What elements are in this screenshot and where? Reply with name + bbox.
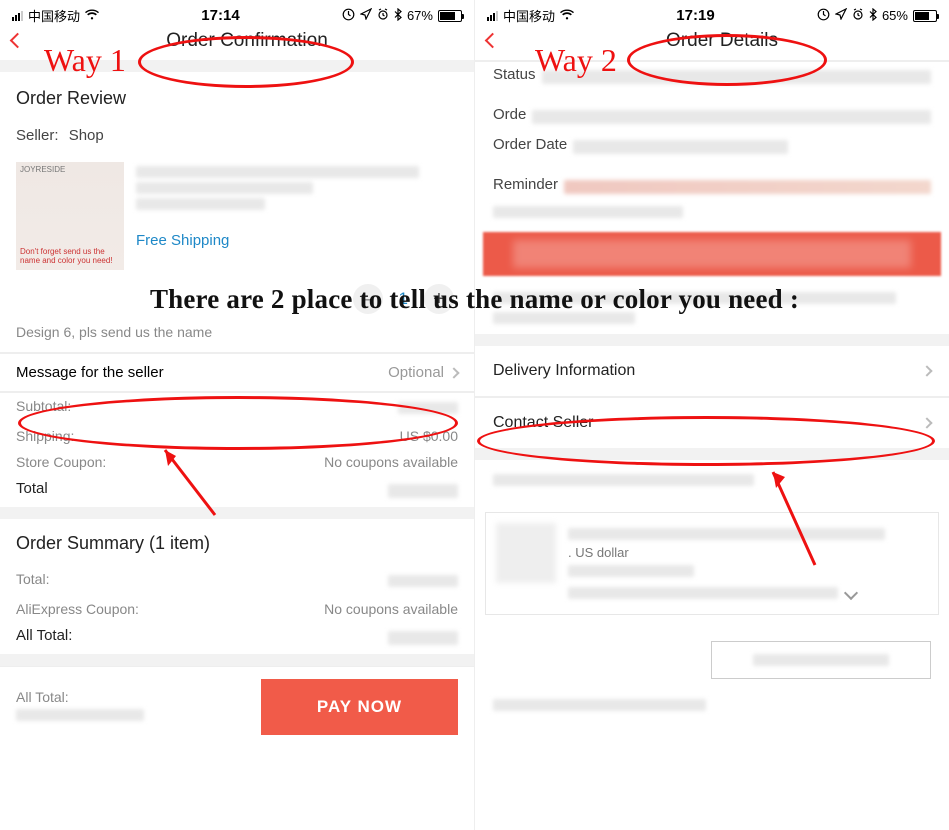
annotation-instruction-text: There are 2 place to tell us the name or… [0, 284, 949, 315]
carrier-label: 中国移动 [503, 6, 555, 25]
bluetooth-icon [869, 8, 877, 24]
phone-way1: 中国移动 17:14 67% [0, 0, 475, 830]
delivery-info-row[interactable]: Delivery Information [475, 346, 949, 396]
chevron-right-icon [448, 367, 459, 378]
reminder-label: Reminder [493, 176, 558, 198]
wifi-icon [85, 9, 99, 23]
order-date-label: Order Date [493, 136, 567, 158]
summary-total-label: Total: [16, 571, 49, 591]
no-coupons-link[interactable]: No coupons available [324, 454, 458, 470]
order-summary-heading: Order Summary (1 item) [0, 519, 474, 566]
wifi-icon [560, 9, 574, 23]
subtotal-label: Subtotal: [16, 398, 71, 418]
all-total-label: All Total: [16, 627, 72, 649]
secondary-button[interactable] [711, 641, 931, 679]
variant-text: Design 6, pls send us the name [0, 322, 474, 352]
contact-seller-label: Contact Seller [493, 414, 594, 432]
phone-way2: 中国移动 17:19 65% [475, 0, 949, 830]
signal-icon [487, 11, 498, 21]
chevron-right-icon [921, 365, 932, 376]
redacted-text [564, 180, 931, 194]
redacted-text [16, 709, 144, 721]
shipping-value: US $0.00 [400, 428, 458, 444]
message-seller-row[interactable]: Message for the seller Optional [0, 354, 474, 391]
status-bar: 中国移动 17:19 65% [475, 0, 949, 27]
orientation-lock-icon [342, 8, 355, 24]
redacted-text [542, 70, 931, 84]
battery-icon [913, 10, 937, 22]
message-seller-label: Message for the seller [16, 364, 164, 381]
delivery-info-label: Delivery Information [493, 362, 635, 380]
ali-coupon-label: AliExpress Coupon: [16, 601, 139, 617]
bluetooth-icon [394, 8, 402, 24]
product-thumb: JOYRESIDE Don't forget send us the name … [16, 162, 124, 270]
no-coupons-link[interactable]: No coupons available [324, 601, 458, 617]
contact-seller-row[interactable]: Contact Seller [475, 398, 949, 448]
redacted-text [568, 565, 694, 577]
promo-banner [483, 232, 941, 276]
redacted-text [136, 198, 265, 210]
battery-pct: 67% [407, 8, 433, 23]
redacted-text [532, 110, 931, 124]
total-label: Total [16, 480, 48, 502]
seller-label: Seller: [16, 127, 59, 144]
thumb-brand: JOYRESIDE [20, 166, 65, 175]
redacted-text [568, 528, 885, 540]
nav-header: Order Confirmation [0, 27, 474, 60]
seller-name: Shop [69, 127, 104, 144]
redacted-text [388, 631, 458, 645]
nav-header: Order Details [475, 27, 949, 60]
back-icon[interactable] [10, 33, 26, 49]
orientation-lock-icon [817, 8, 830, 24]
status-label: Status [493, 66, 536, 88]
carrier-label: 中国移动 [28, 6, 80, 25]
battery-pct: 65% [882, 8, 908, 23]
page-title: Order Confirmation [166, 30, 328, 52]
redacted-text [493, 474, 754, 486]
footer-all-total-label: All Total: [16, 689, 249, 705]
free-shipping-label: Free Shipping [136, 232, 229, 249]
message-seller-placeholder: Optional [388, 364, 444, 381]
pay-now-button[interactable]: PAY NOW [261, 679, 458, 735]
product-row[interactable]: JOYRESIDE Don't forget send us the name … [0, 154, 474, 278]
redacted-text [388, 575, 458, 587]
location-icon [360, 8, 372, 23]
chevron-right-icon [921, 417, 932, 428]
store-coupon-label: Store Coupon: [16, 454, 106, 470]
redacted-text [568, 587, 838, 599]
back-icon[interactable] [485, 33, 501, 49]
product-thumb [496, 523, 556, 583]
status-bar: 中国移动 17:14 67% [0, 0, 474, 27]
alarm-icon [852, 8, 864, 23]
redacted-text [398, 402, 458, 414]
location-icon [835, 8, 847, 23]
page-title: Order Details [666, 30, 778, 52]
redacted-text [136, 182, 313, 194]
signal-icon [12, 11, 23, 21]
redacted-text [136, 166, 419, 178]
order-review-heading: Order Review [0, 72, 474, 121]
thumb-caption: Don't forget send us the name and color … [20, 248, 120, 266]
pay-now-bar: All Total: PAY NOW [0, 666, 474, 747]
order-label: Orde [493, 106, 526, 128]
redacted-text [493, 699, 706, 711]
clock-time: 17:19 [676, 7, 714, 24]
battery-icon [438, 10, 462, 22]
redacted-text [388, 484, 458, 498]
redacted-text [493, 206, 683, 218]
currency-note: US dollar [575, 545, 628, 560]
alarm-icon [377, 8, 389, 23]
redacted-text [573, 140, 788, 154]
annotation-arrow [755, 460, 835, 570]
clock-time: 17:14 [201, 7, 239, 24]
shipping-label: Shipping: [16, 428, 74, 444]
chevron-down-icon[interactable] [844, 586, 858, 600]
annotation-arrow [150, 440, 230, 520]
redacted-text [753, 654, 889, 666]
product-card: . US dollar [485, 512, 939, 615]
